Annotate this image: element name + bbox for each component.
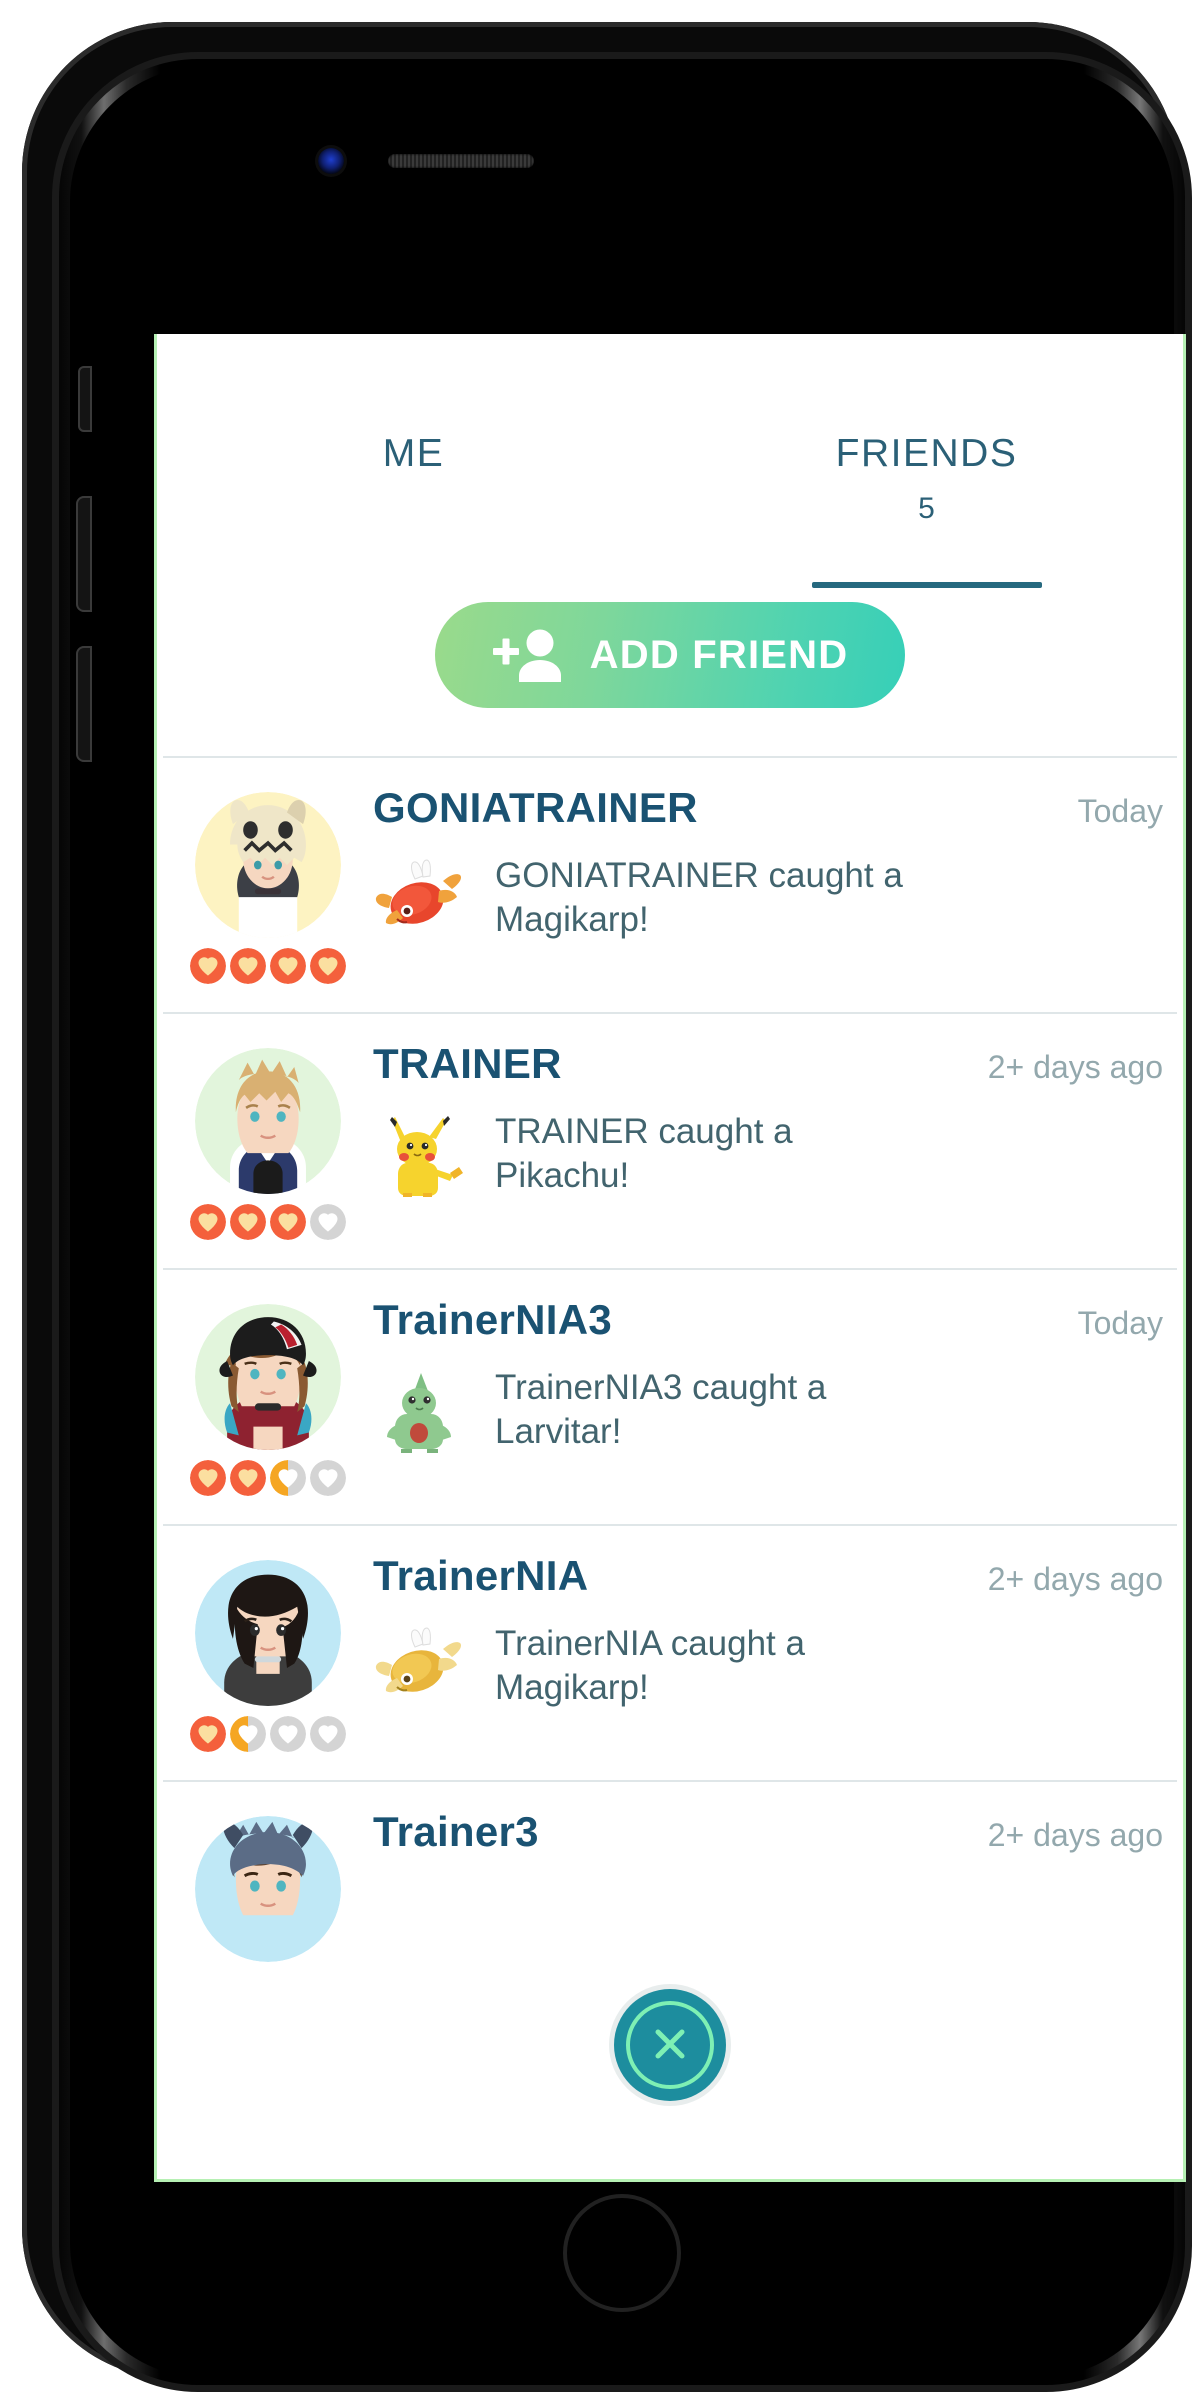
avatar-column [163,1296,373,1496]
close-button[interactable] [614,1989,726,2101]
friend-content: TrainerNIA3 Today TrainerNIA3 caught a L… [373,1296,1177,1455]
friend-header: GONIATRAINER Today [373,784,1163,832]
friend-content: TrainerNIA 2+ days ago TrainerNIA caught… [373,1552,1177,1711]
phone-frame: ME FRIENDS 5 ADD FRIEND GONIATRAINER Tod… [22,22,1192,2392]
avatar [195,792,341,938]
friendship-hearts [190,948,346,984]
heart-empty [270,1716,306,1752]
volume-down-button[interactable] [76,646,92,762]
avatar [195,1560,341,1706]
heart-full [190,948,226,984]
friend-content: Trainer3 2+ days ago [373,1808,1177,1856]
heart-full [190,1204,226,1240]
tab-friends-count: 5 [918,492,935,525]
home-button[interactable] [563,2194,681,2312]
heart-half [270,1460,306,1496]
close-x-icon [646,2020,694,2071]
friend-timestamp: 2+ days ago [987,1561,1163,1597]
friend-timestamp: Today [1077,793,1163,829]
avatar-column [163,1808,373,1972]
friend-activity: GONIATRAINER caught a Magikarp! [373,854,1163,943]
friend-list: GONIATRAINER Today GONIATRAINER caught a… [157,756,1183,2036]
friend-name: Trainer3 [373,1808,539,1855]
heart-empty [310,1460,346,1496]
table-row[interactable]: TRAINER 2+ days ago TRAINER caught a Pik… [163,1012,1177,1268]
friendship-hearts [190,1716,346,1752]
avatar [195,1816,341,1962]
add-friend-button[interactable]: ADD FRIEND [435,602,905,708]
activity-text: TrainerNIA caught a Magikarp! [495,1624,805,1708]
phone-screen: ME FRIENDS 5 ADD FRIEND GONIATRAINER Tod… [154,334,1186,2182]
friend-content: GONIATRAINER Today GONIATRAINER caught a… [373,784,1177,943]
heart-full [310,948,346,984]
heart-empty [310,1716,346,1752]
friend-header: TrainerNIA3 Today [373,1296,1163,1344]
tab-me-label: ME [382,432,445,475]
tab-friends-label: FRIENDS [835,432,1018,475]
avatar-column [163,784,373,984]
magikarp-icon [373,855,469,941]
friend-timestamp: Today [1077,1305,1163,1341]
add-friend-label: ADD FRIEND [589,632,849,677]
friend-timestamp: 2+ days ago [987,1049,1163,1085]
heart-full [270,1204,306,1240]
activity-text: TrainerNIA3 caught a Larvitar! [495,1368,827,1452]
heart-half [230,1716,266,1752]
speaker-grille-icon [388,154,534,168]
add-friend-container: ADD FRIEND [157,602,1183,708]
friend-name: TrainerNIA3 [373,1296,613,1343]
heart-full [230,1460,266,1496]
avatar-column [163,1040,373,1240]
camera-icon [318,148,344,174]
heart-full [190,1716,226,1752]
app-viewport: ME FRIENDS 5 ADD FRIEND GONIATRAINER Tod… [157,334,1183,2179]
phone-body: ME FRIENDS 5 ADD FRIEND GONIATRAINER Tod… [70,66,1186,2378]
friend-header: TrainerNIA 2+ days ago [373,1552,1163,1600]
heart-empty [310,1204,346,1240]
friend-activity: TrainerNIA caught a Magikarp! [373,1622,1163,1711]
screenshot-stage: ME FRIENDS 5 ADD FRIEND GONIATRAINER Tod… [0,0,1200,2400]
person-add-icon [492,626,566,684]
tab-me[interactable]: ME [157,432,670,564]
avatar [195,1048,341,1194]
magikarp-shiny-icon [373,1623,469,1709]
avatar-column [163,1552,373,1752]
friend-header: Trainer3 2+ days ago [373,1808,1163,1856]
friendship-hearts [190,1204,346,1240]
heart-full [230,948,266,984]
table-row[interactable]: TrainerNIA3 Today TrainerNIA3 caught a L… [163,1268,1177,1524]
heart-full [230,1204,266,1240]
friend-name: TRAINER [373,1040,562,1087]
table-row[interactable]: GONIATRAINER Today GONIATRAINER caught a… [163,756,1177,1012]
friend-name: GONIATRAINER [373,784,698,831]
friend-timestamp: 2+ days ago [987,1817,1163,1853]
table-row[interactable]: TrainerNIA 2+ days ago TrainerNIA caught… [163,1524,1177,1780]
friend-content: TRAINER 2+ days ago TRAINER caught a Pik… [373,1040,1177,1199]
friend-activity: TrainerNIA3 caught a Larvitar! [373,1366,1163,1455]
friendship-hearts [190,1460,346,1496]
tab-active-underline [811,582,1042,588]
volume-up-button[interactable] [76,496,92,612]
tab-friends[interactable]: FRIENDS 5 [670,432,1183,588]
heart-full [270,948,306,984]
pikachu-icon [373,1111,469,1198]
activity-text: GONIATRAINER caught a Magikarp! [495,856,903,940]
heart-full [190,1460,226,1496]
friend-name: TrainerNIA [373,1552,589,1599]
friend-header: TRAINER 2+ days ago [373,1040,1163,1088]
mute-switch[interactable] [78,366,92,432]
tab-bar: ME FRIENDS 5 [157,334,1183,588]
larvitar-icon [373,1367,469,1454]
avatar [195,1304,341,1450]
friend-activity: TRAINER caught a Pikachu! [373,1110,1163,1199]
activity-text: TRAINER caught a Pikachu! [495,1112,793,1196]
